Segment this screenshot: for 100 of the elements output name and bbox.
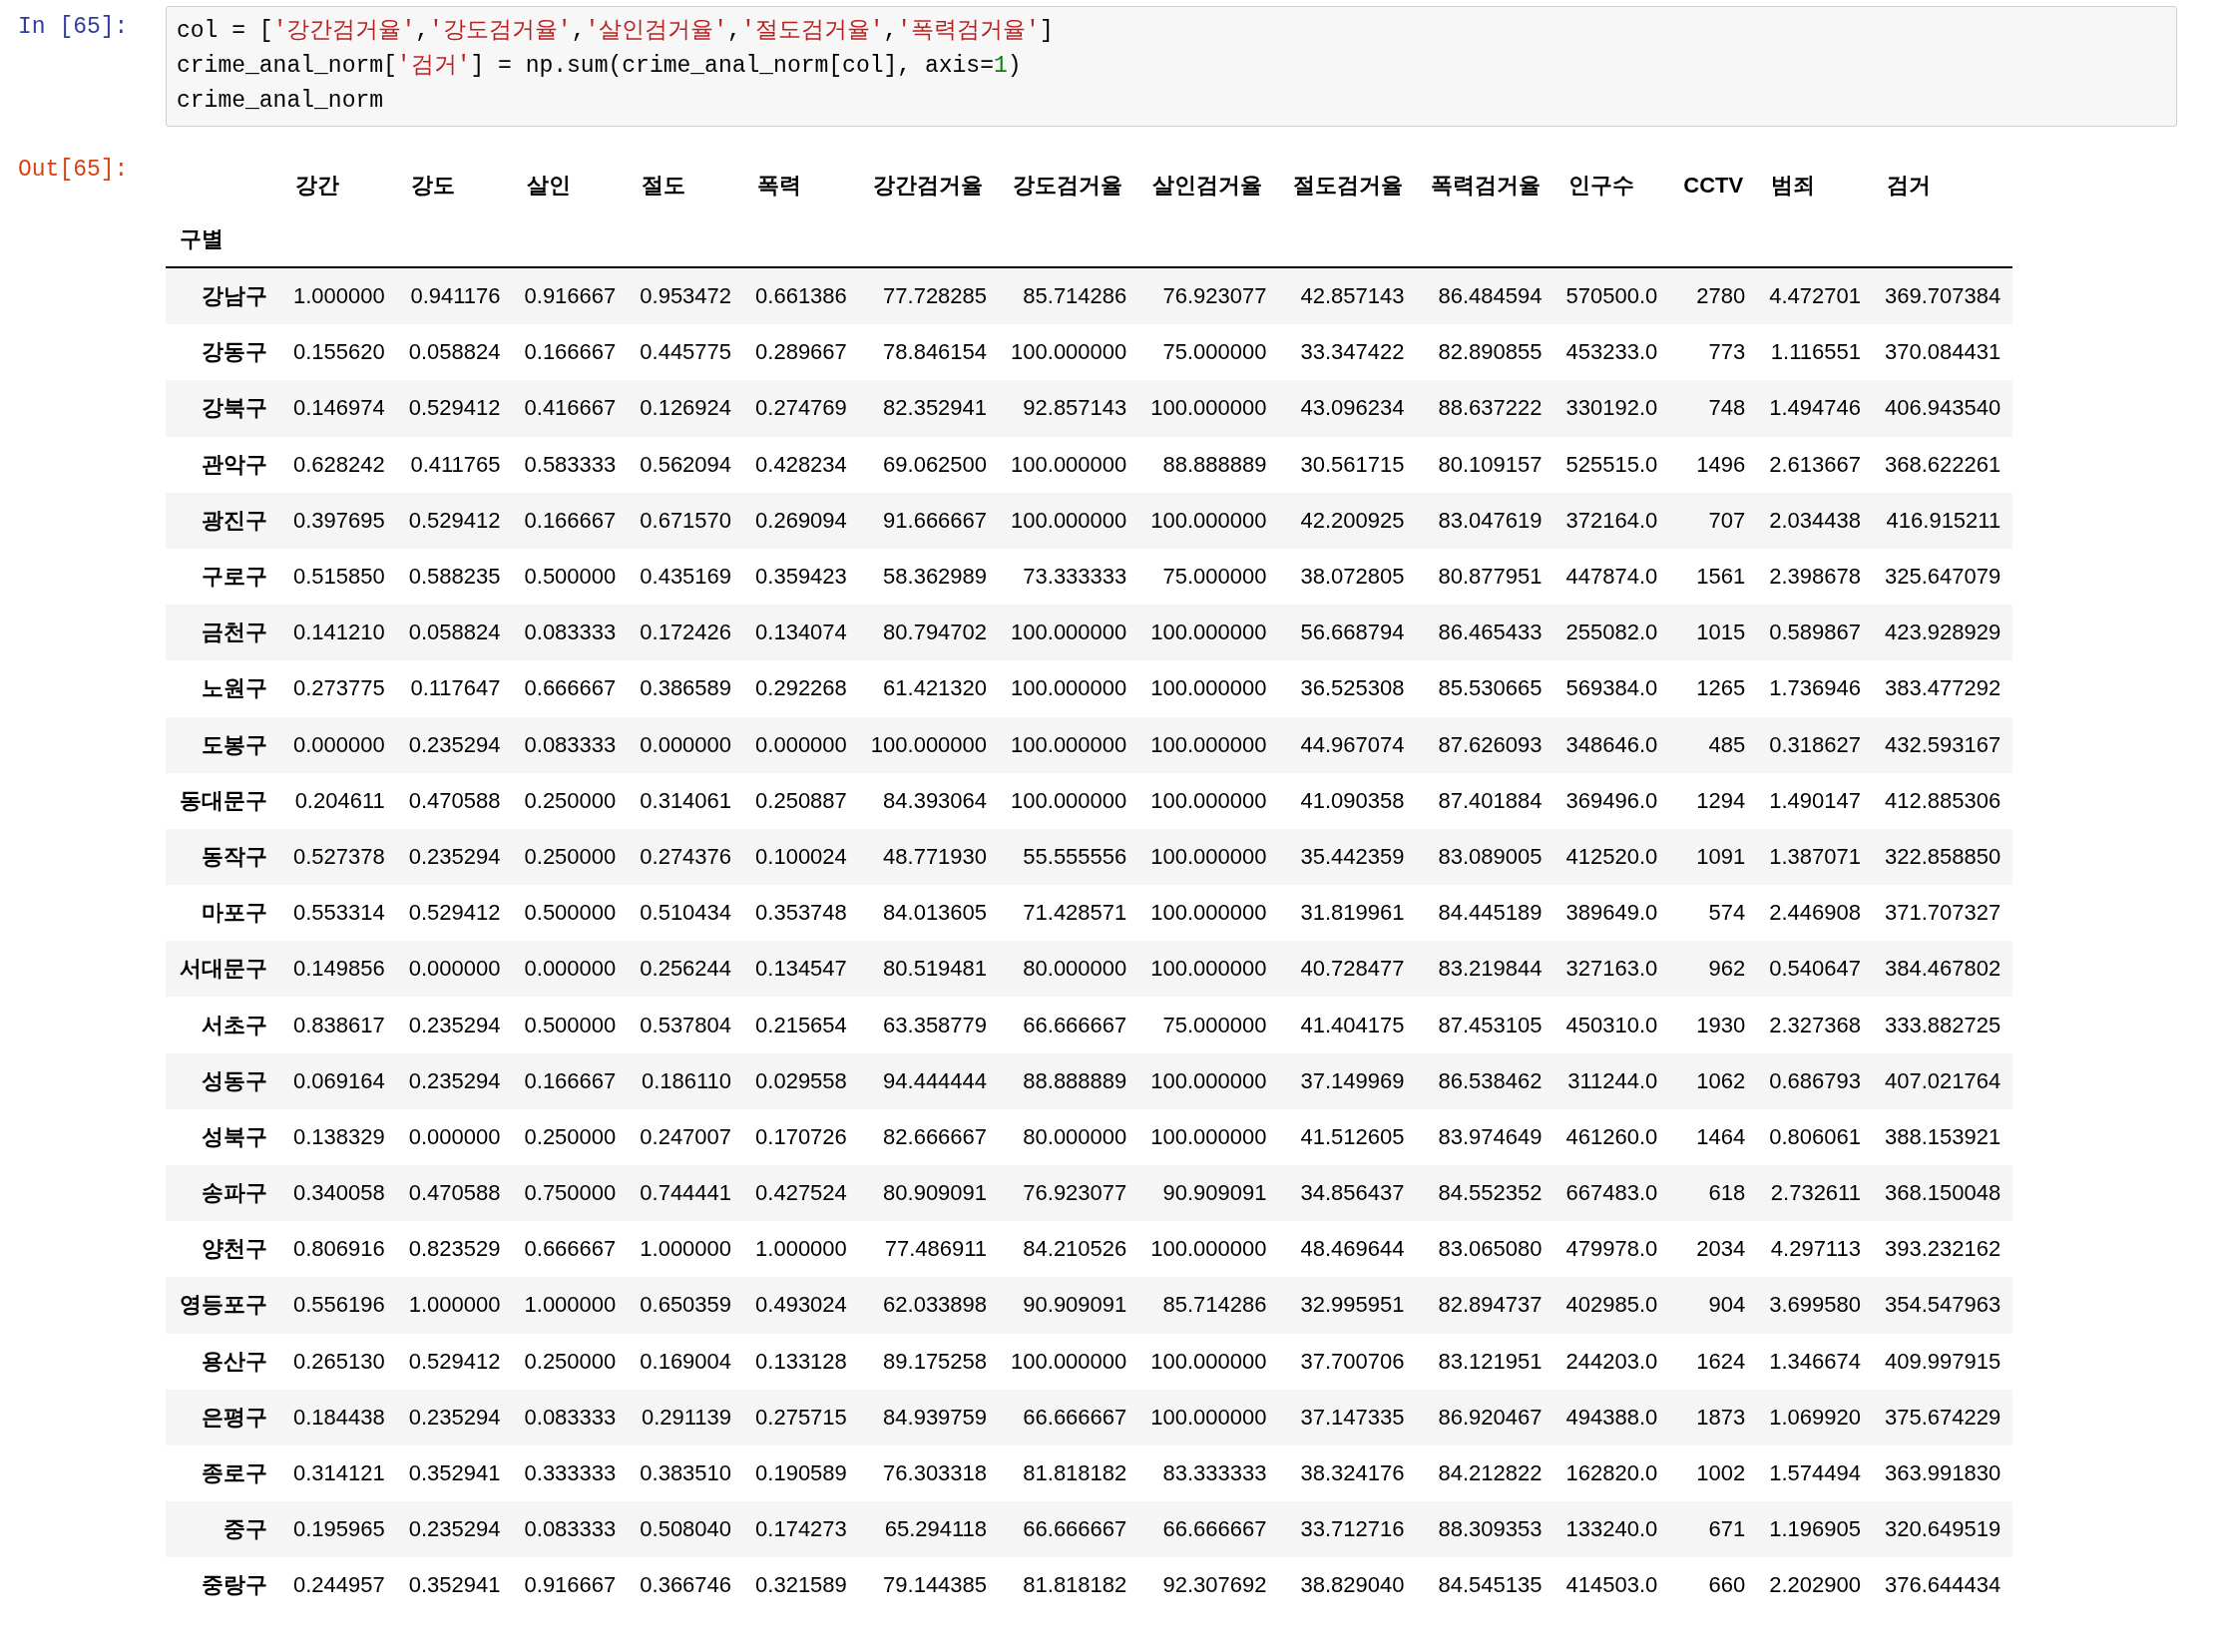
table-cell: 409.997915 [1872,1333,2013,1390]
table-cell: 432.593167 [1872,716,2013,773]
table-cell: 88.309353 [1416,1501,1554,1558]
table-cell: 407.021764 [1872,1052,2013,1109]
table-cell: 450310.0 [1553,997,1670,1053]
table-cell: 370.084431 [1872,324,2013,381]
table-cell: 85.530665 [1416,660,1554,717]
table-cell: 80.794702 [858,605,1000,661]
table-cell: 0.244957 [281,1557,397,1614]
column-header: 검거 [1885,172,1932,200]
table-cell: 384.467802 [1872,941,2013,998]
table-cell: 84.212822 [1416,1445,1554,1502]
table-cell: 0.823529 [396,1221,513,1278]
table-cell: 0.000000 [396,941,513,998]
table-cell: 83.121951 [1416,1333,1554,1390]
table-cell: 1015 [1669,605,1758,661]
table-cell: 0.083333 [512,605,629,661]
table-cell: 80.519481 [858,941,1000,998]
table-cell: 0.247007 [628,1108,744,1165]
row-label: 금천구 [166,605,281,661]
table-cell: 0.256244 [628,941,744,998]
table-cell: 0.953472 [628,267,744,325]
table-cell: 100.000000 [1138,492,1279,549]
table-cell: 84.210526 [999,1221,1139,1278]
table-cell: 66.666667 [1138,1501,1279,1558]
table-cell: 0.529412 [396,492,513,549]
table-cell: 100.000000 [1138,1221,1279,1278]
table-cell: 0.750000 [512,1165,629,1222]
table-cell: 0.069164 [281,1052,397,1109]
table-cell: 0.170726 [743,1108,859,1165]
table-cell: 414503.0 [1553,1557,1670,1614]
table-cell: 84.393064 [858,772,1000,829]
table-cell: 311244.0 [1553,1052,1670,1109]
row-label: 중랑구 [166,1557,281,1614]
table-cell: 32.995951 [1278,1277,1417,1334]
table-cell: 618 [1669,1165,1758,1222]
table-cell: 1.736946 [1757,660,1873,717]
row-label: 관악구 [166,436,281,493]
table-cell: 0.235294 [396,1052,513,1109]
row-label: 강남구 [166,267,281,325]
table-cell: 0.100024 [743,828,859,886]
input-prompt: In [65]: [18,13,130,40]
row-label: 도봉구 [166,716,281,773]
table-cell: 393.232162 [1872,1221,2013,1278]
table-cell: 0.134547 [743,941,859,998]
table-cell: 38.829040 [1278,1557,1417,1614]
table-cell: 1265 [1669,660,1758,717]
table-cell: 34.856437 [1278,1165,1417,1222]
table-cell: 447874.0 [1553,548,1670,606]
column-header: 범죄 [1770,172,1817,200]
table-cell: 0.166667 [512,324,629,381]
table-cell: 83.065080 [1416,1221,1554,1278]
row-label: 용산구 [166,1333,281,1390]
table-cell: 0.529412 [396,380,513,437]
table-cell: 0.359423 [743,548,859,606]
table-cell: 1294 [1669,772,1758,829]
column-header: 폭력검거율 [1429,172,1542,200]
table-cell: 0.666667 [512,660,629,717]
row-label: 중구 [166,1501,281,1558]
table-cell: 1.069920 [1757,1389,1873,1446]
table-cell: 0.215654 [743,997,859,1053]
table-cell: 100.000000 [1138,1052,1279,1109]
table-cell: 41.512605 [1278,1108,1417,1165]
table-cell: 376.644434 [1872,1557,2013,1614]
table-cell: 0.166667 [512,1052,629,1109]
table-cell: 83.047619 [1416,492,1554,549]
table-cell: 88.637222 [1416,380,1554,437]
table-cell: 0.386589 [628,660,744,717]
table-cell: 63.358779 [858,997,1000,1053]
table-cell: 1464 [1669,1108,1758,1165]
table-cell: 0.172426 [628,605,744,661]
table-cell: 0.556196 [281,1277,397,1334]
table-cell: 82.666667 [858,1108,1000,1165]
code-cell[interactable]: col = ['강간검거율','강도검거율','살인검거율','절도검거율','폭력검거율'] crime_anal_norm['검거'] = np.sum(crime_anal_norm[col], axis=1) crime_anal_norm [166,6,2177,127]
table-cell: 0.174273 [743,1501,859,1558]
table-cell: 0.383510 [628,1445,744,1502]
table-cell: 48.469644 [1278,1221,1417,1278]
table-cell: 322.858850 [1872,828,2013,886]
table-cell: 0.411765 [396,436,513,493]
table-cell: 0.058824 [396,324,513,381]
table-cell: 69.062500 [858,436,1000,493]
table-cell: 42.857143 [1278,267,1417,325]
table-cell: 100.000000 [1138,716,1279,773]
table-cell: 0.416667 [512,380,629,437]
table-cell: 42.200925 [1278,492,1417,549]
table-cell: 37.147335 [1278,1389,1417,1446]
table-cell: 100.000000 [999,772,1139,829]
table-cell: 0.470588 [396,772,513,829]
table-cell: 83.974649 [1416,1108,1554,1165]
table-cell: 255082.0 [1553,605,1670,661]
table-cell: 0.291139 [628,1389,744,1446]
table-cell: 0.666667 [512,1221,629,1278]
table-cell: 40.728477 [1278,941,1417,998]
table-cell: 73.333333 [999,548,1139,606]
table-cell: 0.141210 [281,605,397,661]
table-cell: 0.806916 [281,1221,397,1278]
table-cell: 0.508040 [628,1501,744,1558]
row-label: 은평구 [166,1389,281,1446]
table-cell: 35.442359 [1278,828,1417,886]
table-cell: 0.190589 [743,1445,859,1502]
